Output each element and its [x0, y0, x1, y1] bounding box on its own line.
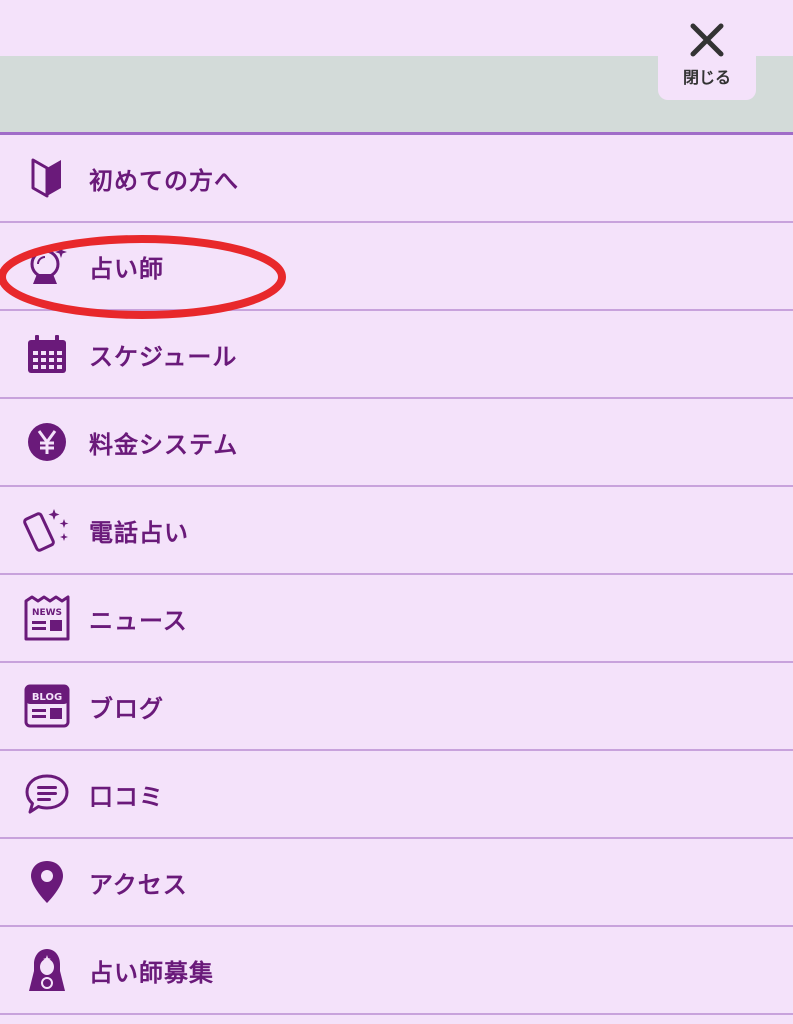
- menu-item-label: アクセス: [89, 870, 188, 899]
- news-icon-text: NEWS: [32, 608, 62, 618]
- nav-menu: 初めての方へ 占い師 スケジュール 料金システム 電話占い NEWS ニュース …: [0, 135, 793, 1015]
- blog-icon: BLOG: [22, 681, 72, 731]
- menu-item-label: 初めての方へ: [89, 166, 239, 195]
- menu-item-recruitment[interactable]: 占い師募集: [0, 927, 793, 1015]
- menu-item-label: ニュース: [89, 606, 188, 635]
- beginner-mark-icon: [22, 153, 72, 203]
- menu-item-schedule[interactable]: スケジュール: [0, 311, 793, 399]
- menu-item-label: 占い師募集: [89, 958, 214, 987]
- phone-sparkle-icon: [22, 505, 72, 555]
- menu-item-access[interactable]: アクセス: [0, 839, 793, 927]
- close-icon: [690, 23, 724, 57]
- menu-item-label: 電話占い: [89, 518, 189, 547]
- menu-item-news[interactable]: NEWS ニュース: [0, 575, 793, 663]
- menu-item-pricing[interactable]: 料金システム: [0, 399, 793, 487]
- fortune-teller-icon: [22, 945, 72, 995]
- yen-icon: [22, 417, 72, 467]
- menu-item-label: ブログ: [89, 694, 164, 723]
- map-pin-icon: [22, 857, 72, 907]
- menu-item-fortune-tellers[interactable]: 占い師: [0, 223, 793, 311]
- menu-item-beginners[interactable]: 初めての方へ: [0, 135, 793, 223]
- blog-icon-text: BLOG: [32, 692, 62, 703]
- close-button[interactable]: 閉じる: [658, 14, 756, 100]
- calendar-icon: [22, 329, 72, 379]
- menu-item-label: 占い師: [89, 254, 164, 283]
- menu-item-phone-reading[interactable]: 電話占い: [0, 487, 793, 575]
- crystal-ball-icon: [22, 241, 72, 291]
- menu-item-label: スケジュール: [89, 342, 238, 371]
- menu-item-blog[interactable]: BLOG ブログ: [0, 663, 793, 751]
- chat-bubble-icon: [22, 769, 72, 819]
- news-icon: NEWS: [22, 593, 72, 643]
- close-label: 閉じる: [682, 68, 731, 87]
- menu-item-reviews[interactable]: 口コミ: [0, 751, 793, 839]
- menu-item-label: 料金システム: [89, 430, 239, 459]
- menu-item-label: 口コミ: [89, 782, 164, 811]
